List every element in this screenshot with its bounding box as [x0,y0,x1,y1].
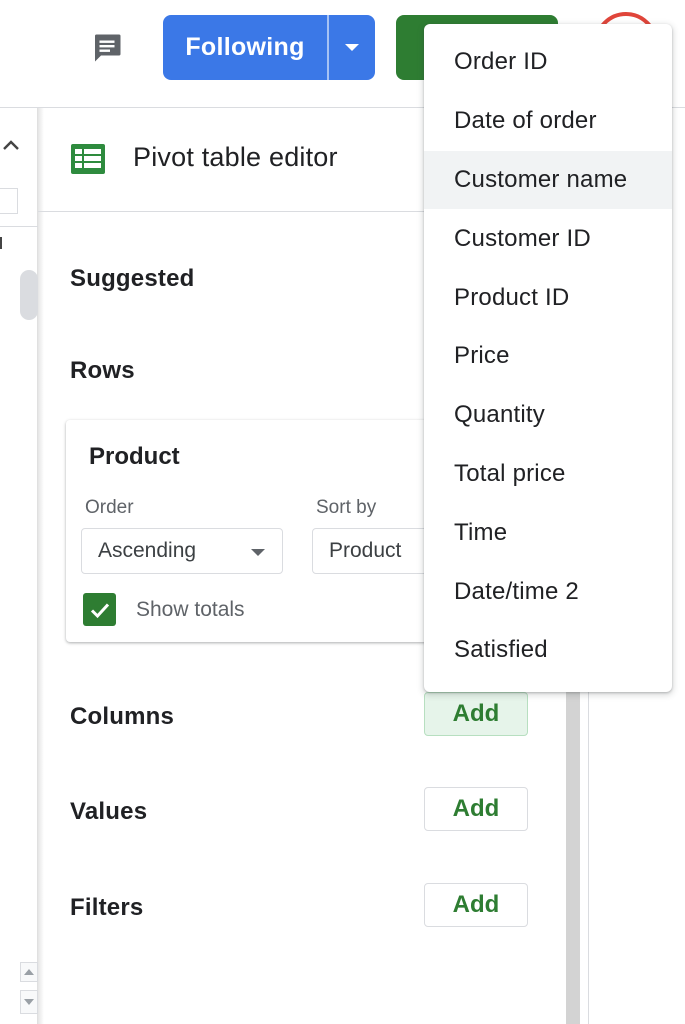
following-dropdown-button[interactable] [329,15,375,80]
caret-down-icon [345,44,359,51]
following-button[interactable]: Following [163,15,327,80]
menu-item-total-price[interactable]: Total price [424,445,672,504]
cell-edge-icon [0,237,2,249]
checkmark-icon [90,602,109,618]
sort-by-select-value: Product [329,539,402,562]
filters-label: Filters [70,894,144,921]
cell-fragment [0,236,6,254]
caret-down-icon [251,549,265,556]
collapse-button[interactable] [0,130,22,160]
menu-item-price[interactable]: Price [424,327,672,386]
values-add-button[interactable]: Add [424,787,528,831]
field-menu-list: Order ID Date of order Customer name Cus… [424,24,672,680]
sheet-scrollbar-thumb[interactable] [20,270,38,320]
comment-icon [95,34,121,62]
chevron-up-icon [3,140,19,150]
arrow-down-icon [24,999,34,1005]
sheets-table-icon [71,144,105,174]
columns-add-button[interactable]: Add [424,692,528,736]
menu-item-order-id[interactable]: Order ID [424,33,672,92]
filters-add-button[interactable]: Add [424,883,528,927]
order-label: Order [85,497,134,518]
panel-right-border [588,650,589,1024]
comment-button[interactable] [86,28,128,68]
show-totals-label: Show totals [136,598,245,621]
following-button-group: Following [163,15,375,80]
columns-label: Columns [70,703,175,730]
sort-by-label: Sort by [316,497,377,518]
order-select-value: Ascending [98,539,197,562]
card-title: Product [89,443,180,470]
panel-title: Pivot table editor [133,142,338,172]
formula-box[interactable] [0,188,18,214]
suggested-label: Suggested [70,265,195,292]
grid-divider [0,226,38,227]
menu-item-time[interactable]: Time [424,503,672,562]
menu-item-customer-id[interactable]: Customer ID [424,209,672,268]
menu-item-satisfied[interactable]: Satisfied [424,621,672,680]
panel-shadow [38,108,44,1024]
arrow-up-icon [24,969,34,975]
values-label: Values [70,798,148,825]
scroll-down-button[interactable] [20,990,38,1014]
menu-item-customer-name[interactable]: Customer name [424,150,672,210]
menu-item-date-of-order[interactable]: Date of order [424,92,672,151]
scroll-up-button[interactable] [20,962,38,982]
menu-item-date-time-2[interactable]: Date/time 2 [424,562,672,621]
menu-item-product-id[interactable]: Product ID [424,268,672,327]
order-select[interactable]: Ascending [81,528,283,574]
show-totals-checkbox[interactable] [83,593,116,626]
panel-scrollbar[interactable] [566,650,580,1024]
rows-label: Rows [70,357,135,384]
field-dropdown-menu: Order ID Date of order Customer name Cus… [424,24,672,692]
menu-item-quantity[interactable]: Quantity [424,386,672,445]
